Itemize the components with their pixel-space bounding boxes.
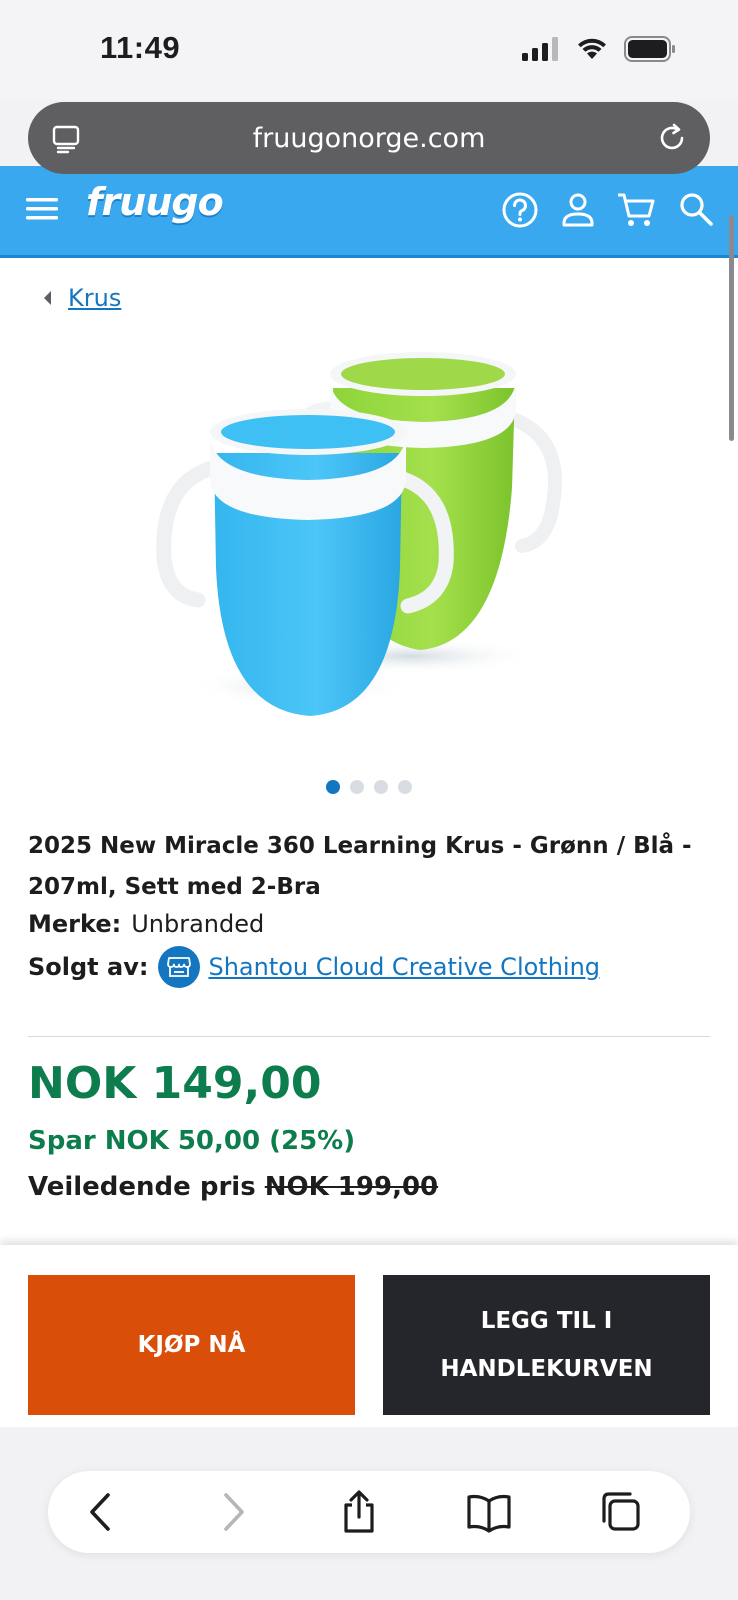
product-page: Krus 2025 New Miracle 360 Learning Krus …	[0, 258, 738, 1248]
product-image[interactable]	[150, 338, 590, 738]
account-icon[interactable]	[560, 190, 596, 230]
chevron-left-icon	[44, 291, 51, 305]
forward-icon[interactable]	[218, 1489, 248, 1535]
wifi-icon	[578, 38, 606, 59]
divider	[28, 1036, 710, 1037]
brand-row: Merke: Unbranded	[28, 910, 264, 938]
price: NOK 149,00	[28, 1058, 322, 1109]
image-pagination	[326, 780, 412, 794]
add-to-cart-button[interactable]: LEGG TIL I HANDLEKURVEN	[383, 1275, 710, 1415]
share-icon[interactable]	[340, 1489, 378, 1535]
breadcrumb-link-krus[interactable]: Krus	[68, 284, 121, 312]
site-header: fruugo	[0, 166, 738, 258]
buy-now-button[interactable]: KJØP NÅ	[28, 1275, 355, 1415]
breadcrumb[interactable]: Krus	[42, 284, 121, 312]
fruugo-logo[interactable]: fruugo	[86, 180, 224, 224]
rrp-row: Veiledende pris NOK 199,00	[28, 1172, 438, 1202]
status-icons	[522, 36, 676, 62]
brand-label: Merke:	[28, 910, 122, 938]
cart-icon[interactable]	[616, 190, 656, 230]
pagination-dot[interactable]	[350, 780, 364, 794]
product-title: 2025 New Miracle 360 Learning Krus - Grø…	[28, 833, 692, 900]
bookmarks-icon[interactable]	[466, 1489, 512, 1535]
back-icon[interactable]	[86, 1489, 116, 1535]
buy-bar: KJØP NÅ LEGG TIL I HANDLEKURVEN	[0, 1245, 738, 1427]
pagination-dot[interactable]	[326, 780, 340, 794]
status-bar: 11:49	[0, 0, 738, 100]
brand-value: Unbranded	[131, 910, 265, 938]
reload-icon[interactable]	[656, 122, 688, 154]
url-text[interactable]: fruugonorge.com	[253, 123, 486, 154]
cellular-signal-icon	[522, 37, 558, 61]
page-menu-icon[interactable]	[52, 124, 82, 154]
pagination-dot[interactable]	[374, 780, 388, 794]
rrp-value: NOK 199,00	[264, 1172, 439, 1202]
menu-icon[interactable]	[26, 196, 58, 222]
pagination-dot[interactable]	[398, 780, 412, 794]
savings-text: Spar NOK 50,00 (25%)	[28, 1126, 356, 1156]
help-icon[interactable]	[500, 190, 540, 230]
battery-icon	[624, 36, 675, 62]
seller-row: Solgt av: Shantou Cloud Creative Clothin…	[28, 946, 600, 988]
search-icon[interactable]	[678, 190, 716, 230]
tabs-icon[interactable]	[598, 1489, 642, 1535]
browser-bottom-area	[0, 1427, 738, 1600]
seller-link[interactable]: Shantou Cloud Creative Clothing	[208, 953, 600, 981]
seller-label: Solgt av:	[28, 953, 149, 981]
store-icon	[158, 946, 201, 988]
status-time: 11:49	[100, 30, 181, 65]
address-bar[interactable]: fruugonorge.com	[28, 102, 710, 174]
rrp-label: Veiledende pris	[28, 1172, 256, 1202]
browser-toolbar	[48, 1471, 690, 1553]
scrollbar-thumb[interactable]	[729, 215, 734, 441]
